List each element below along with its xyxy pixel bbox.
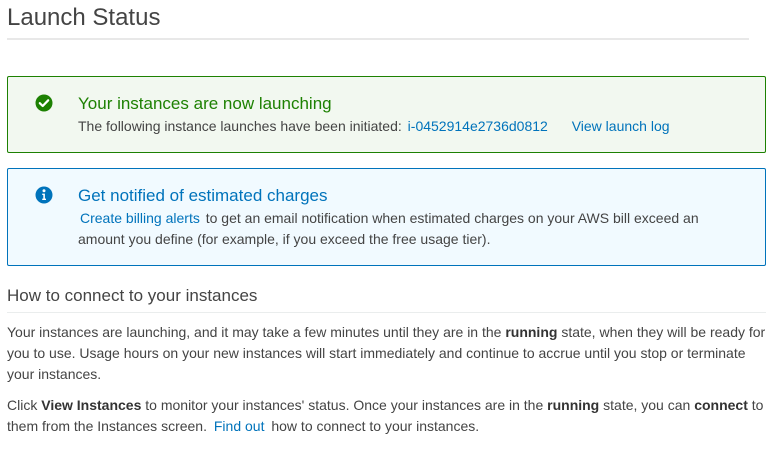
check-circle-icon <box>35 94 53 112</box>
section-divider <box>7 312 766 313</box>
para2-view-instances-bold: View Instances <box>41 397 142 413</box>
para2-connect-bold: connect <box>694 397 748 413</box>
success-alert-text: The following instance launches have bee… <box>78 118 402 134</box>
launch-status-page: Launch Status Your instances are now lau… <box>0 0 773 450</box>
instance-id-link[interactable]: i-0452914e2736d0812 <box>408 118 548 134</box>
para2-running-bold: running <box>547 397 600 413</box>
success-alert-body: The following instance launches have bee… <box>78 116 725 137</box>
connect-paragraph: Click View Instances to monitor your ins… <box>7 395 769 437</box>
page-title: Launch Status <box>7 4 161 31</box>
info-alert-body: Create billing alerts to get an email no… <box>78 208 725 250</box>
find-out-link[interactable]: Find out <box>214 418 265 434</box>
title-divider <box>7 38 749 40</box>
info-circle-icon <box>35 186 53 204</box>
info-alert-heading: Get notified of estimated charges <box>78 186 328 205</box>
success-alert-heading: Your instances are now launching <box>78 94 332 113</box>
launching-paragraph: Your instances are launching, and it may… <box>7 322 769 385</box>
para2-text-5: how to connect to your instances. <box>271 418 480 434</box>
info-alert: Get notified of estimated charges Create… <box>7 168 766 266</box>
para2-text-3: state, you can <box>603 397 691 413</box>
view-launch-log-link[interactable]: View launch log <box>572 118 670 134</box>
create-billing-alerts-link[interactable]: Create billing alerts <box>80 210 200 226</box>
para1-text-1: Your instances are launching, and it may… <box>7 324 502 340</box>
para2-text-1: Click <box>7 397 38 413</box>
connect-section-title: How to connect to your instances <box>7 286 258 305</box>
para2-text-2: to monitor your instances' status. Once … <box>145 397 544 413</box>
success-alert: Your instances are now launching The fol… <box>7 76 766 153</box>
para1-running-bold: running <box>505 324 558 340</box>
